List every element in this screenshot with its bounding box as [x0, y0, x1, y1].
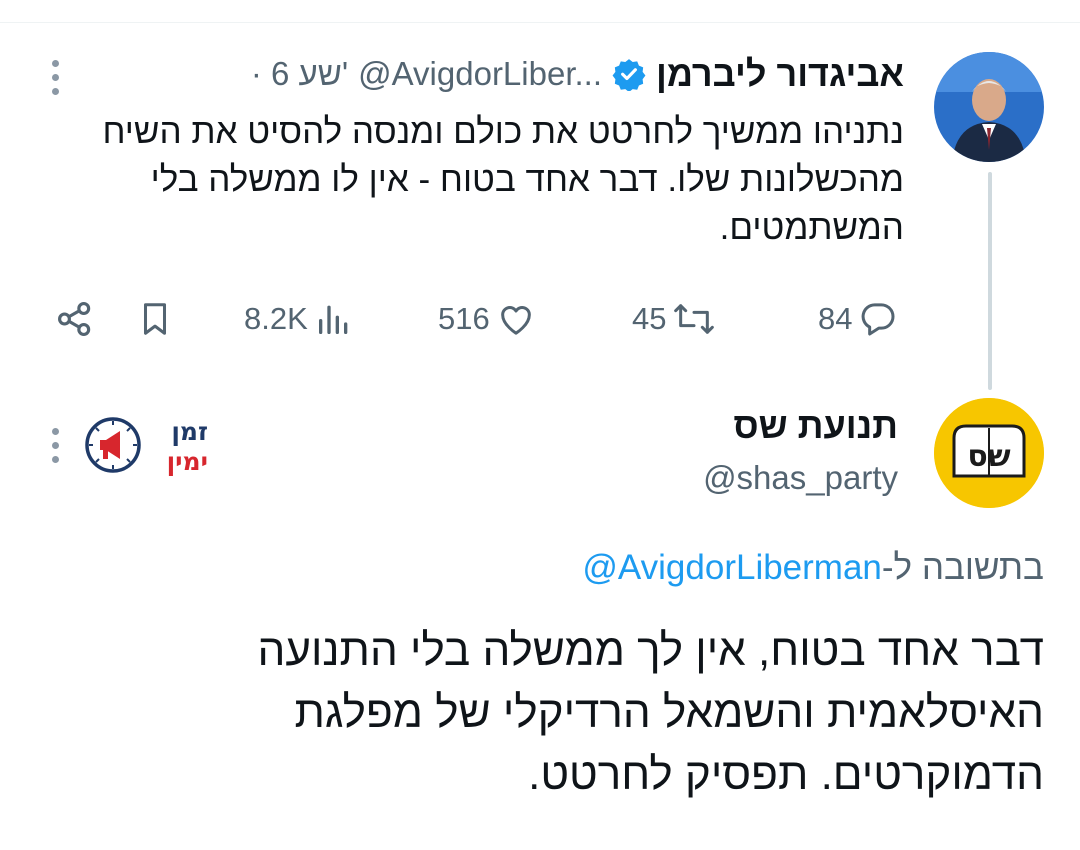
like-button[interactable]: 516 — [438, 295, 536, 343]
share-icon — [58, 302, 91, 336]
more-icon[interactable] — [52, 428, 59, 463]
verified-icon — [612, 57, 646, 91]
views-count: 8.2K — [244, 301, 308, 336]
retweet-icon — [674, 304, 715, 334]
views-icon — [318, 305, 348, 334]
tweet-time[interactable]: · 6 שע' — [251, 52, 348, 96]
tweet-header: אביגדור ליברמן @AvigdorLiber... · 6 שע' — [251, 52, 904, 96]
like-count: 516 — [438, 301, 490, 336]
tweet-author-handle[interactable]: @AvigdorLiber... — [358, 52, 602, 96]
reply-button[interactable]: 84 — [818, 295, 898, 343]
reply-text: דבר אחד בטוח, אין לך ממשלה בלי התנועה הא… — [257, 626, 1045, 799]
reply-author-name[interactable]: תנועת שס — [734, 404, 898, 448]
reply-count: 84 — [818, 301, 853, 336]
replying-to: בתשובה ל-@AvigdorLiberman — [582, 544, 1044, 592]
liberman-avatar-image — [934, 52, 1044, 162]
share-button[interactable] — [54, 295, 96, 343]
top-divider — [0, 22, 1080, 23]
views-button[interactable]: 8.2K — [244, 295, 354, 343]
shas-avatar[interactable]: שס — [934, 398, 1044, 508]
zman-yamin-badge[interactable]: זמן ימין — [84, 412, 212, 476]
replying-to-mention[interactable]: @AvigdorLiberman — [582, 548, 881, 587]
badge-line-2: ימין — [167, 447, 208, 476]
bookmark-button[interactable] — [136, 295, 174, 343]
bookmark-icon — [143, 303, 167, 335]
tweet-author-name[interactable]: אביגדור ליברמן — [656, 52, 904, 96]
reply-author-handle[interactable]: @shas_party — [703, 456, 898, 500]
retweet-count: 45 — [632, 301, 667, 336]
shas-logo-text: שס — [967, 439, 1010, 474]
retweet-button[interactable]: 45 — [632, 295, 716, 343]
thread-line — [988, 172, 992, 390]
badge-line-1: זמן — [171, 417, 208, 446]
replying-to-prefix: בתשובה ל- — [881, 548, 1044, 587]
tweet-text: נתניהו ממשיך לחרטט את כולם ומנסה להסיט א… — [102, 112, 904, 247]
more-icon[interactable] — [52, 60, 59, 95]
liberman-avatar[interactable] — [934, 52, 1044, 162]
shas-logo-icon: שס — [934, 398, 1044, 508]
reply-icon — [862, 303, 895, 336]
like-icon — [500, 306, 531, 335]
